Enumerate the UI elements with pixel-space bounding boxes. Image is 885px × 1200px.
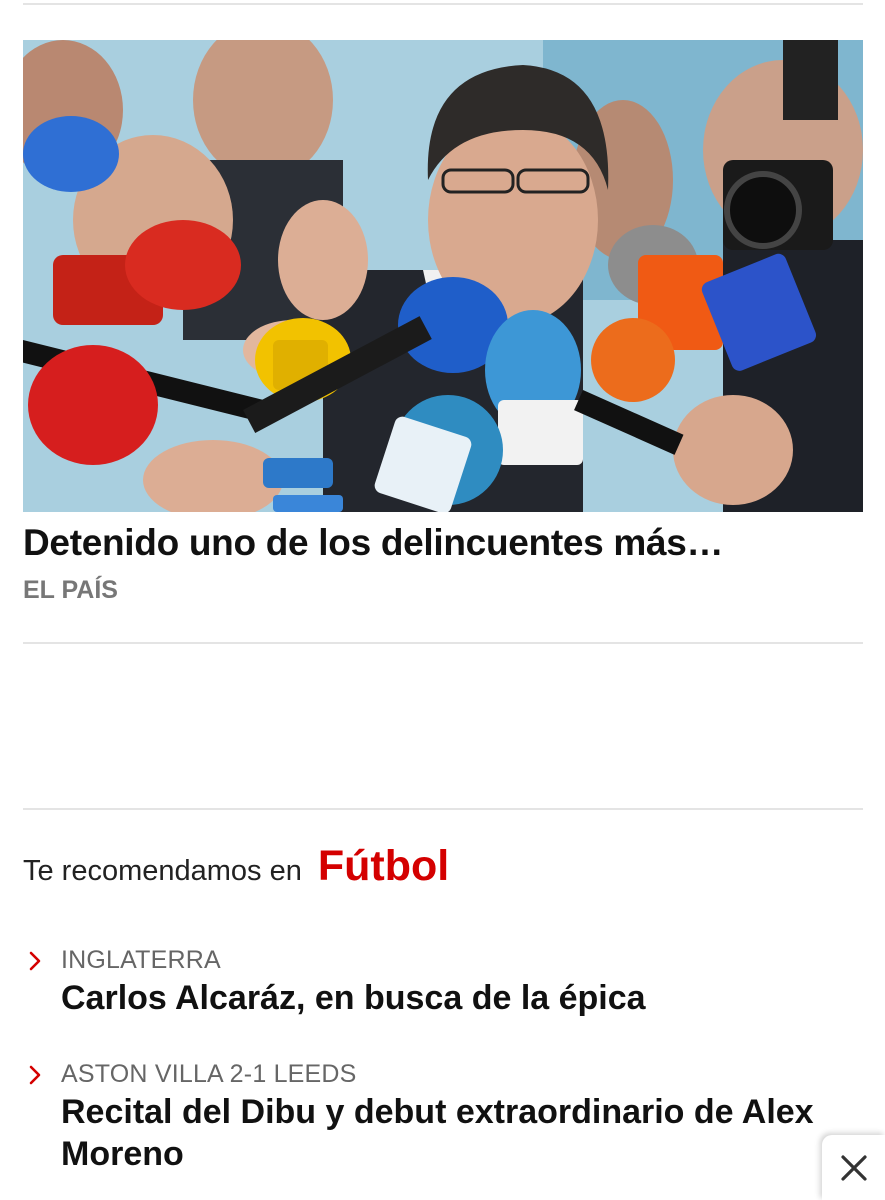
divider: [23, 808, 863, 810]
top-divider: [23, 3, 863, 5]
recommend-heading: Te recomendamos en Fútbol: [23, 842, 449, 891]
close-icon: [840, 1154, 867, 1181]
hero-source-label: EL PAÍS: [23, 576, 118, 604]
recommend-kicker: ASTON VILLA 2-1 LEEDS: [61, 1060, 357, 1088]
recommend-headline[interactable]: Recital del Dibu y debut extraordinario …: [61, 1091, 865, 1175]
chevron-right-icon: [29, 951, 41, 970]
recommend-item[interactable]: INGLATERRA Carlos Alcaráz, en busca de l…: [25, 946, 865, 1019]
chevron-right-icon: [29, 1065, 41, 1084]
recommend-prefix: Te recomendamos en: [23, 855, 302, 887]
hero-photo[interactable]: [23, 40, 863, 512]
close-button[interactable]: [822, 1135, 885, 1200]
recommend-item[interactable]: ASTON VILLA 2-1 LEEDS Recital del Dibu y…: [25, 1060, 865, 1175]
recommend-section-link[interactable]: Fútbol: [318, 842, 449, 891]
divider: [23, 642, 863, 644]
hero-article-card[interactable]: Detenido uno de los delincuentes más… EL…: [23, 40, 863, 604]
recommend-kicker: INGLATERRA: [61, 946, 221, 974]
hero-headline[interactable]: Detenido uno de los delincuentes más…: [23, 522, 863, 564]
recommend-headline[interactable]: Carlos Alcaráz, en busca de la épica: [61, 977, 865, 1019]
